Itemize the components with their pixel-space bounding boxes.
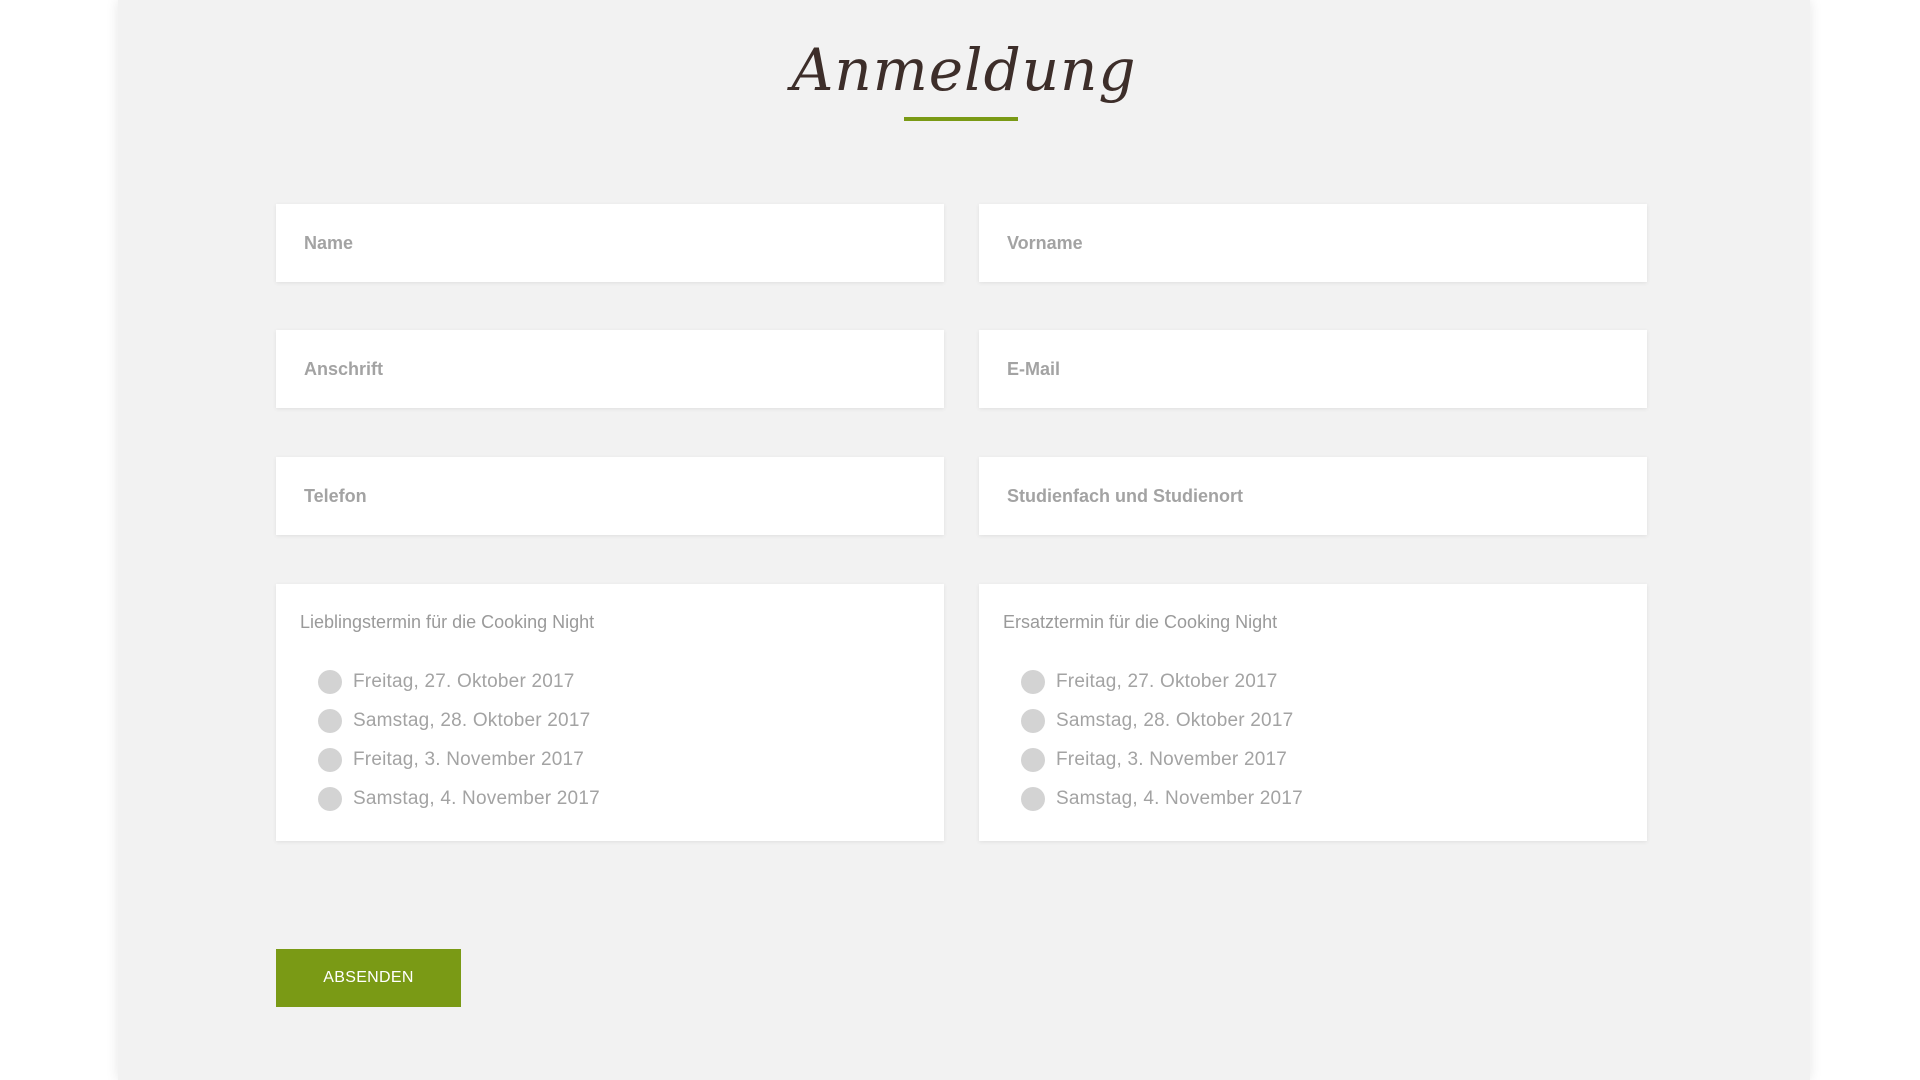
radio-button[interactable] [318,669,342,694]
radio-button[interactable] [1021,708,1045,733]
radio-label: Samstag, 4. November 2017 [353,787,600,809]
alternate-date-option[interactable]: Freitag, 27. Oktober 2017 [1021,662,1303,701]
form-section: Anmeldung Lieblingstermin für die Cookin… [118,0,1810,1080]
telefon-field[interactable] [276,457,944,535]
page-title: Anmeldung [791,36,1137,104]
radio-button[interactable] [318,747,342,772]
alternate-date-group: Ersatztermin für die Cooking Night Freit… [979,584,1647,841]
radio-label: Freitag, 27. Oktober 2017 [353,670,575,692]
alternate-date-options: Freitag, 27. Oktober 2017 Samstag, 28. O… [1021,662,1303,818]
radio-label: Freitag, 27. Oktober 2017 [1056,670,1278,692]
preferred-date-legend: Lieblingstermin für die Cooking Night [300,612,595,632]
radio-label: Freitag, 3. November 2017 [1056,748,1288,770]
alternate-date-option[interactable]: Samstag, 28. Oktober 2017 [1021,701,1303,740]
radio-label: Samstag, 28. Oktober 2017 [353,709,591,731]
radio-button[interactable] [318,708,342,733]
alternate-date-option[interactable]: Samstag, 4. November 2017 [1021,779,1303,818]
vorname-field[interactable] [979,204,1647,282]
preferred-date-group: Lieblingstermin für die Cooking Night Fr… [276,584,944,841]
preferred-date-option[interactable]: Freitag, 3. November 2017 [318,740,600,779]
preferred-date-option[interactable]: Samstag, 28. Oktober 2017 [318,701,600,740]
radio-button[interactable] [1021,747,1045,772]
anschrift-field[interactable] [276,330,944,408]
name-field[interactable] [276,204,944,282]
alternate-date-option[interactable]: Freitag, 3. November 2017 [1021,740,1303,779]
preferred-date-option[interactable]: Samstag, 4. November 2017 [318,779,600,818]
preferred-date-option[interactable]: Freitag, 27. Oktober 2017 [318,662,600,701]
submit-button[interactable]: ABSENDEN [276,949,461,1007]
radio-button[interactable] [1021,669,1045,694]
radio-button[interactable] [318,786,342,811]
email-field[interactable] [979,330,1647,408]
radio-button[interactable] [1021,786,1045,811]
preferred-date-options: Freitag, 27. Oktober 2017 Samstag, 28. O… [318,662,600,818]
radio-label: Freitag, 3. November 2017 [353,748,585,770]
title-underline [904,117,1018,121]
radio-label: Samstag, 28. Oktober 2017 [1056,709,1294,731]
alternate-date-legend: Ersatztermin für die Cooking Night [1003,612,1278,632]
radio-label: Samstag, 4. November 2017 [1056,787,1303,809]
studium-field[interactable] [979,457,1647,535]
